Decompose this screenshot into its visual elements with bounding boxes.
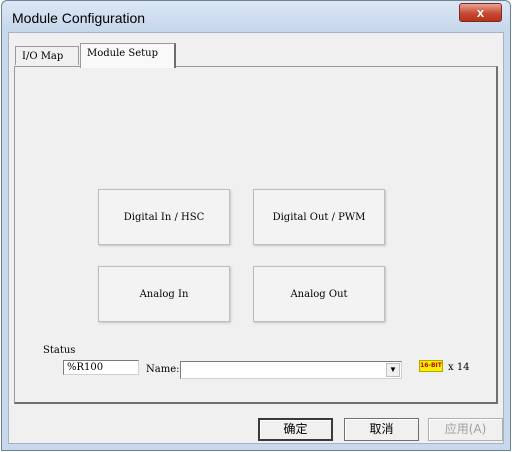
tab-module-setup[interactable]: Module Setup xyxy=(80,43,176,68)
close-icon: x xyxy=(476,5,485,20)
chevron-down-icon[interactable]: ▼ xyxy=(386,363,400,377)
name-label: Name: xyxy=(146,364,180,375)
status-label: Status xyxy=(43,345,76,356)
close-button[interactable]: x xyxy=(459,3,502,22)
dialog-client-area: I/O Map Module Setup Digital In / HSC Di… xyxy=(8,32,504,444)
module-setup-panel: Digital In / HSC Digital Out / PWM Analo… xyxy=(14,66,498,404)
cancel-button[interactable]: 取消 xyxy=(344,418,419,441)
register-address-field[interactable]: %R100 xyxy=(63,360,139,375)
analog-out-button[interactable]: Analog Out xyxy=(253,266,385,322)
window-title: Module Configuration xyxy=(12,10,146,26)
tab-io-map[interactable]: I/O Map xyxy=(15,46,79,65)
module-configuration-window: Module Configuration x I/O Map Module Se… xyxy=(1,0,511,451)
digital-in-hsc-button[interactable]: Digital In / HSC xyxy=(98,189,230,245)
name-combobox[interactable]: ▼ xyxy=(180,361,402,379)
register-count: x 14 xyxy=(448,362,470,373)
analog-in-button[interactable]: Analog In xyxy=(98,266,230,322)
apply-button[interactable]: 应用(A) xyxy=(428,418,503,441)
digital-out-pwm-button[interactable]: Digital Out / PWM xyxy=(253,189,385,245)
16bit-badge-icon: 16-BIT xyxy=(419,360,443,372)
title-bar[interactable]: Module Configuration x xyxy=(2,1,510,33)
ok-button[interactable]: 确定 xyxy=(258,418,333,441)
